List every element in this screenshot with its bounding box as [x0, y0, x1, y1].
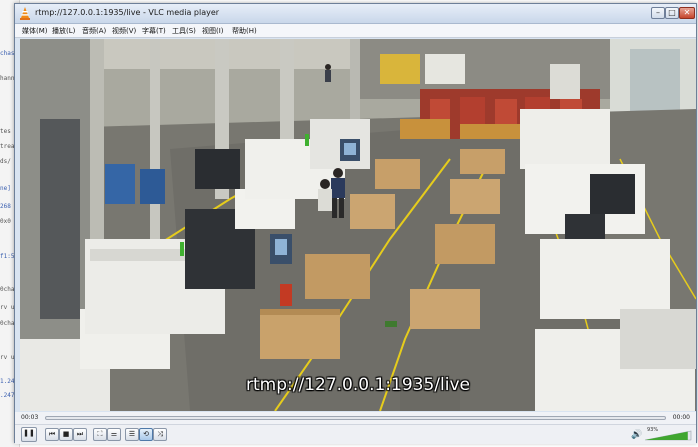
stream-url-overlay: rtmp://127.0.0.1:1935/live: [246, 375, 470, 395]
control-bar: ❚❚ ⏮ ■ ⏭ ⛶ ⚌ ☰ ⟲ ⤨ 🔊 93%: [15, 424, 696, 444]
terminal-line: f1:5: [0, 253, 15, 260]
total-time: 00:00: [672, 414, 690, 421]
terminal-line: 1.24: [0, 378, 15, 385]
factory-video-frame: [20, 39, 696, 411]
terminal-line: 0x0: [0, 218, 11, 225]
menu-help[interactable]: 帮助(H): [229, 25, 260, 37]
menu-playback[interactable]: 播放(L): [49, 25, 78, 37]
vlc-cone-icon: [20, 7, 30, 20]
terminal-line: 0cha: [0, 320, 15, 327]
menu-media[interactable]: 媒体(M): [19, 25, 51, 37]
vlc-window: rtmp://127.0.0.1:1935/live - VLC media p…: [14, 3, 697, 444]
minimize-button[interactable]: –: [651, 7, 665, 19]
terminal-line: ne]: [0, 185, 11, 192]
terminal-line: ds/: [0, 158, 11, 165]
previous-button[interactable]: ⏮: [45, 428, 59, 441]
terminal-line: tes: [0, 128, 11, 135]
menu-video[interactable]: 视频(V): [109, 25, 139, 37]
playlist-button[interactable]: ☰: [125, 428, 139, 441]
speaker-icon[interactable]: 🔊: [631, 429, 643, 441]
volume-percentage: 93%: [647, 427, 659, 433]
menu-subtitle[interactable]: 字幕(T): [139, 25, 169, 37]
terminal-line: 0cha: [0, 286, 15, 293]
desktop: chas hanne tes trea ds/ne] 268 0x0 f1:5 0cha rv u…: [0, 0, 698, 447]
stop-button[interactable]: ■: [59, 428, 73, 441]
terminal-line: rv u: [0, 304, 15, 311]
loop-button[interactable]: ⟲: [139, 428, 153, 441]
extended-settings-button[interactable]: ⚌: [107, 428, 121, 441]
seek-slider[interactable]: [45, 416, 666, 420]
video-output[interactable]: rtmp://127.0.0.1:1935/live: [20, 39, 696, 411]
terminal-line: chas: [0, 50, 15, 57]
terminal-line: 268: [0, 203, 11, 210]
fullscreen-button[interactable]: ⛶: [93, 428, 107, 441]
title-bar[interactable]: rtmp://127.0.0.1:1935/live - VLC media p…: [15, 4, 696, 24]
random-button[interactable]: ⤨: [153, 428, 167, 441]
close-button[interactable]: ✕: [679, 7, 695, 19]
next-button[interactable]: ⏭: [73, 428, 87, 441]
pause-button[interactable]: ❚❚: [21, 427, 37, 442]
seek-row: 00:03 00:00: [15, 412, 696, 424]
menu-tools[interactable]: 工具(S): [169, 25, 199, 37]
terminal-line: rv u: [0, 354, 15, 361]
menu-bar: 媒体(M) 播放(L) 音频(A) 视频(V) 字幕(T) 工具(S) 视图(I…: [15, 24, 696, 38]
maximize-button[interactable]: □: [665, 7, 679, 19]
terminal-line: .247: [0, 392, 15, 399]
elapsed-time: 00:03: [21, 414, 39, 421]
menu-view[interactable]: 视图(I): [199, 25, 227, 37]
menu-audio[interactable]: 音频(A): [79, 25, 109, 37]
window-title: rtmp://127.0.0.1:1935/live - VLC media p…: [35, 8, 220, 17]
terminal-line: trea: [0, 143, 15, 150]
